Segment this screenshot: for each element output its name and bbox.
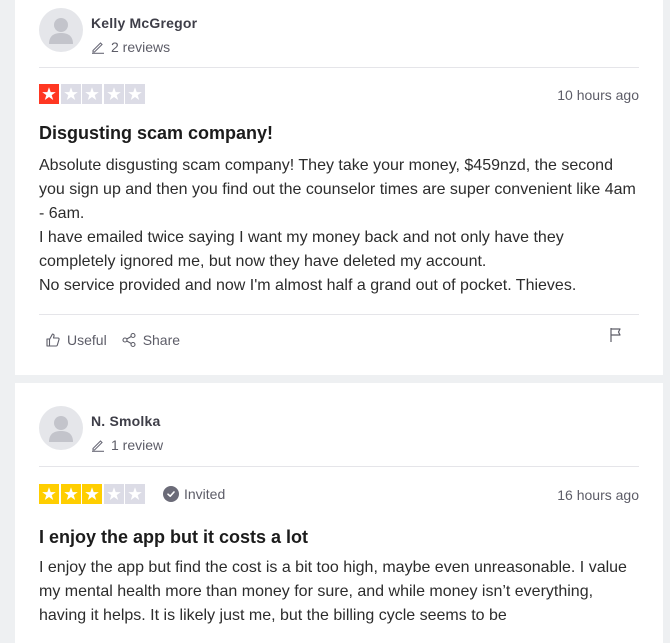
review-count-label: 1 review (111, 437, 164, 453)
thumbs-up-icon (46, 333, 60, 347)
star-filled-icon (39, 484, 59, 504)
share-icon (122, 332, 136, 348)
useful-button[interactable]: Useful (45, 332, 107, 348)
star-empty-icon (125, 84, 145, 104)
star-empty-icon (125, 484, 145, 504)
review-paragraph: I enjoy the app but find the cost is a b… (39, 559, 627, 624)
star-rating (39, 484, 147, 504)
review-count: 1 review (91, 437, 163, 453)
checkmark-icon (163, 486, 179, 502)
user-silhouette-icon (49, 18, 73, 44)
review-count: 2 reviews (91, 39, 197, 55)
star-empty-icon (60, 84, 81, 104)
invited-label: Invited (184, 486, 226, 502)
share-label: Share (142, 332, 181, 348)
avatar[interactable] (39, 8, 83, 52)
review-title[interactable]: I enjoy the app but it costs a lot (39, 527, 308, 548)
star-filled-icon (39, 84, 59, 104)
review-paragraph: Absolute disgusting scam company! They t… (39, 157, 636, 222)
star-empty-icon (103, 484, 124, 504)
pencil-icon (92, 42, 104, 54)
review-paragraph: No service provided and now I'm almost h… (39, 277, 577, 294)
divider (39, 314, 639, 315)
star-filled-icon (82, 484, 102, 504)
review-body: Absolute disgusting scam company! They t… (39, 154, 639, 298)
reviewer-info[interactable]: Kelly McGregor 2 reviews (39, 8, 197, 55)
invited-badge[interactable]: Invited (163, 486, 225, 502)
divider (39, 67, 639, 68)
reviewer-info[interactable]: N. Smolka 1 review (39, 406, 163, 453)
user-silhouette-icon (49, 416, 73, 442)
useful-label: Useful (67, 332, 107, 348)
star-rating (39, 84, 147, 104)
review-date: 16 hours ago (557, 487, 639, 503)
report-button[interactable] (609, 327, 623, 348)
review-paragraph: I have emailed twice saying I want my mo… (39, 229, 564, 270)
review-date: 10 hours ago (557, 87, 639, 103)
review-card: N. Smolka 1 review Invited 16 hours ago … (15, 383, 663, 643)
reviewer-name[interactable]: Kelly McGregor (91, 15, 197, 31)
review-actions: Useful Share (45, 332, 194, 348)
star-filled-icon (60, 484, 81, 504)
review-body: I enjoy the app but find the cost is a b… (39, 556, 639, 628)
review-card: Kelly McGregor 2 reviews 10 hours ago Di… (15, 0, 663, 375)
divider (39, 466, 639, 467)
star-empty-icon (82, 84, 102, 104)
review-title[interactable]: Disgusting scam company! (39, 123, 273, 144)
review-count-label: 2 reviews (111, 39, 171, 55)
avatar[interactable] (39, 406, 83, 450)
share-button[interactable]: Share (121, 332, 180, 348)
reviewer-name[interactable]: N. Smolka (91, 413, 163, 429)
star-empty-icon (103, 84, 124, 104)
flag-icon (610, 328, 621, 342)
pencil-icon (92, 440, 104, 452)
